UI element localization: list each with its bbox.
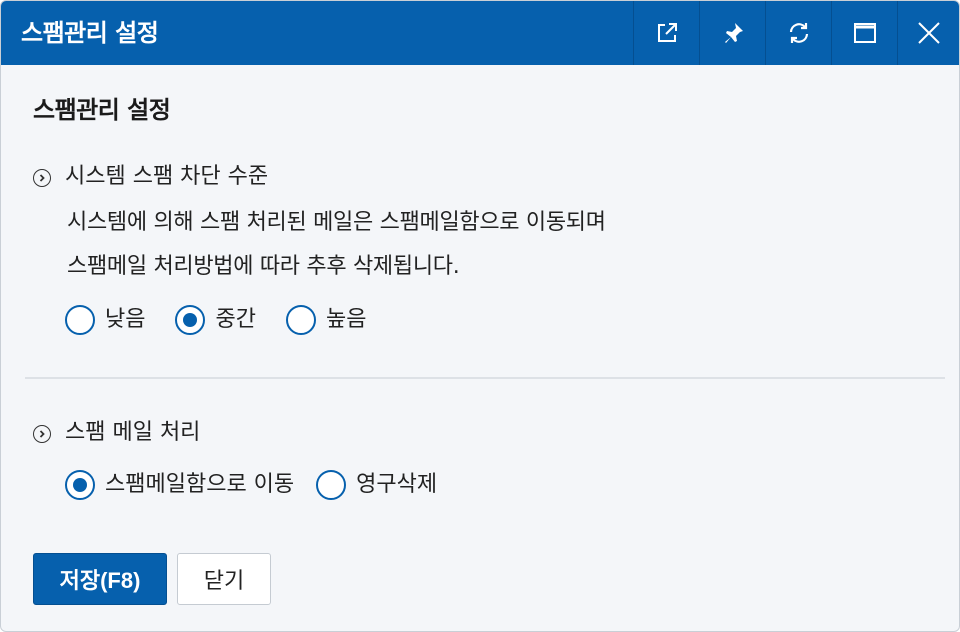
refresh-button[interactable] [765, 1, 831, 65]
maximize-icon [853, 23, 876, 43]
close-window-button[interactable] [897, 1, 959, 65]
spam-handling-radio-group: 스팸메일함으로 이동 영구삭제 [65, 470, 467, 500]
radio-circle-selected[interactable] [175, 305, 206, 335]
close-button[interactable]: 닫기 [177, 553, 271, 605]
chevron-right-circle-icon [33, 169, 51, 187]
radio-label: 중간 [215, 307, 256, 332]
spam-level-medium-radio[interactable]: 중간 [175, 305, 256, 335]
move-to-spam-folder-radio[interactable]: 스팸메일함으로 이동 [65, 470, 294, 500]
spam-handling-title: 스팸 메일 처리 [65, 420, 201, 445]
description-line-2: 스팸메일 처리방법에 따라 추후 삭제됩니다. [67, 254, 460, 279]
pin-button[interactable] [699, 1, 765, 65]
spam-level-section-title: 시스템 스팸 차단 수준 [33, 163, 268, 191]
radio-label: 낮음 [105, 307, 146, 332]
refresh-icon [789, 23, 808, 43]
external-link-icon [657, 23, 677, 42]
radio-circle-selected[interactable] [65, 470, 95, 500]
chevron-right-circle-icon [33, 425, 51, 443]
spam-level-radio-group: 낮음 중간 높음 [65, 305, 396, 335]
radio-label: 스팸메일함으로 이동 [105, 472, 295, 497]
window-title: 스팸관리 설정 [21, 19, 159, 47]
maximize-button[interactable] [831, 1, 897, 65]
spam-level-title: 시스템 스팸 차단 수준 [65, 164, 269, 189]
spam-handling-section-title: 스팸 메일 처리 [33, 419, 200, 447]
spam-level-high-radio[interactable]: 높음 [285, 305, 367, 335]
permanent-delete-radio[interactable]: 영구삭제 [316, 470, 437, 500]
close-icon [917, 22, 940, 44]
radio-circle[interactable] [316, 470, 347, 500]
save-button[interactable]: 저장(F8) [33, 553, 167, 605]
description-line-1: 시스템에 의해 스팸 처리된 메일은 스팸메일함으로 이동되며 [67, 210, 606, 235]
radio-label: 높음 [325, 307, 367, 332]
page-heading: 스팸관리 설정 [33, 96, 171, 124]
spam-settings-window: 스팸관리 설정 스팸관리 설정 시스템 스팸 차단 수준 시스템에 의해 스팸 … [0, 0, 960, 632]
radio-label: 영구삭제 [356, 472, 438, 497]
pin-icon [724, 23, 743, 43]
title-bar: 스팸관리 설정 [1, 1, 959, 65]
open-external-button[interactable] [633, 1, 699, 65]
radio-circle[interactable] [65, 305, 95, 335]
section-divider [25, 377, 945, 379]
spam-level-description: 시스템에 의해 스팸 처리된 메일은 스팸메일함으로 이동되며 스팸메일 처리방… [67, 201, 606, 289]
spam-level-low-radio[interactable]: 낮음 [65, 305, 145, 335]
radio-circle[interactable] [285, 305, 316, 335]
